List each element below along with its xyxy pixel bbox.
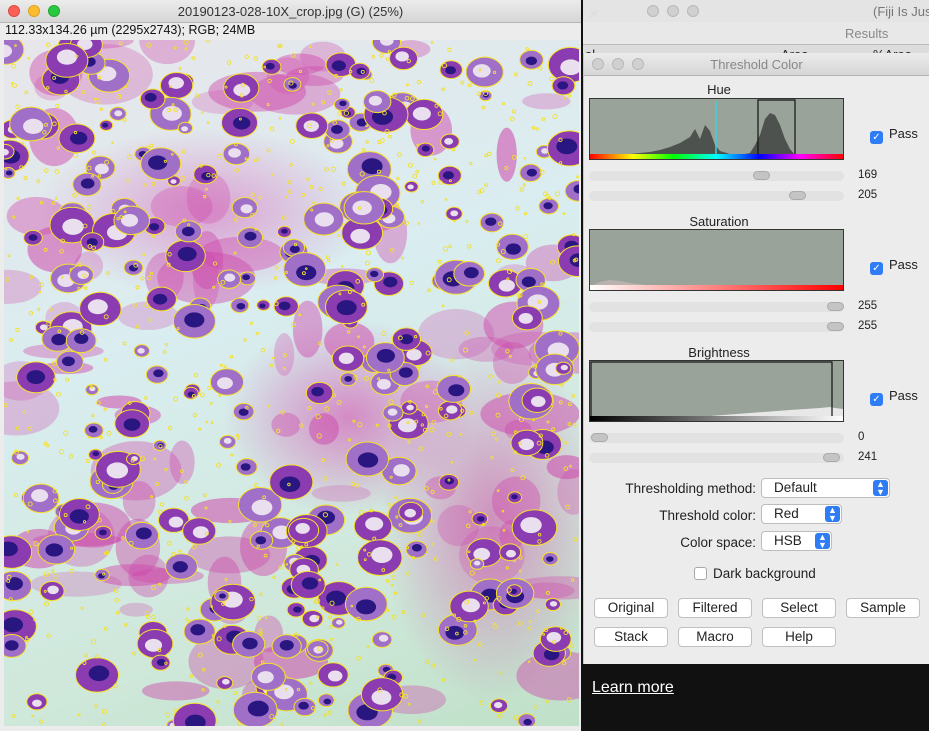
image-window-titlebar[interactable]: 20190123-028-10X_crop.jpg (G) (25%) <box>0 0 581 23</box>
color-space-value: HSB <box>774 533 802 548</box>
dark-background-checkbox[interactable]: Dark background <box>694 566 816 581</box>
slider-thumb[interactable] <box>789 191 806 200</box>
brightness-min-slider[interactable] <box>589 433 844 443</box>
dark-background-label: Dark background <box>713 566 816 581</box>
sample-button[interactable]: Sample <box>846 598 920 618</box>
checkmark-icon: ✓ <box>870 131 883 144</box>
slider-thumb[interactable] <box>591 433 608 442</box>
chevron-updown-icon: ▲ ▼ <box>825 506 840 523</box>
original-button[interactable]: Original <box>594 598 668 618</box>
image-canvas[interactable] <box>4 40 579 726</box>
hue-label: Hue <box>707 82 731 97</box>
brightness-max-slider[interactable] <box>589 453 844 463</box>
slider-thumb[interactable] <box>827 322 844 331</box>
saturation-label: Saturation <box>689 214 749 229</box>
saturation-max-slider[interactable] <box>589 322 844 332</box>
help-button[interactable]: Help <box>762 627 836 647</box>
slider-thumb[interactable] <box>823 453 840 462</box>
select-button[interactable]: Select <box>762 598 836 618</box>
brightness-pass[interactable]: ✓ Pass <box>870 388 918 406</box>
checkmark-icon: ✓ <box>870 262 883 275</box>
threshold-color-window: Threshold Color Hue ✓ Pass 169 205 Satura… <box>583 53 929 664</box>
fiji-title: (Fiji Is Jus <box>873 4 929 19</box>
threshold-color-select[interactable]: Red ▲ ▼ <box>761 504 842 524</box>
thresholding-method-select[interactable]: Default ▲ ▼ <box>761 478 890 498</box>
brightness-pass-label: Pass <box>889 388 918 403</box>
saturation-pass-label: Pass <box>889 257 918 272</box>
chevron-updown-icon: ▲ ▼ <box>815 533 830 550</box>
minimize-button[interactable] <box>667 5 679 17</box>
threshold-color-label: Threshold color: <box>659 508 756 523</box>
saturation-max-value: 255 <box>858 320 878 332</box>
slider-thumb[interactable] <box>753 171 770 180</box>
image-info: 112.33x134.26 µm (2295x2743); RGB; 24MB <box>5 23 256 37</box>
zoom-button[interactable] <box>687 5 699 17</box>
brightness-max-value: 241 <box>858 451 878 463</box>
results-title: Results <box>845 26 889 41</box>
checkbox-box <box>694 567 707 580</box>
stack-button[interactable]: Stack <box>594 627 668 647</box>
threshold-color-value: Red <box>774 506 799 521</box>
hue-max-value: 205 <box>858 189 878 201</box>
thresholding-method-label: Thresholding method: <box>625 481 756 496</box>
image-window: 20190123-028-10X_crop.jpg (G) (25%) 112.… <box>0 0 581 731</box>
hue-histogram <box>589 98 844 160</box>
color-space-select[interactable]: HSB ▲ ▼ <box>761 531 832 551</box>
brightness-label: Brightness <box>688 345 750 360</box>
chevron-updown-icon: ▲ ▼ <box>873 480 888 497</box>
threshold-titlebar[interactable]: Threshold Color <box>584 53 929 76</box>
hue-min-slider[interactable] <box>589 171 844 181</box>
saturation-pass[interactable]: ✓ Pass <box>870 257 918 275</box>
hue-max-slider[interactable] <box>589 191 844 201</box>
fiji-window: (Fiji Is Jus <box>583 0 929 24</box>
threshold-title: Threshold Color <box>710 57 803 72</box>
image-window-title: 20190123-028-10X_crop.jpg (G) (25%) <box>177 4 404 19</box>
saturation-histogram <box>589 229 844 291</box>
hue-pass-label: Pass <box>889 126 918 141</box>
close-button[interactable] <box>647 5 659 17</box>
saturation-min-slider[interactable] <box>589 302 844 312</box>
color-space-label: Color space: <box>680 535 756 550</box>
thresholding-method-value: Default <box>774 480 817 495</box>
macro-button[interactable]: Macro <box>678 627 752 647</box>
hue-pass[interactable]: ✓ Pass <box>870 126 918 144</box>
saturation-min-value: 255 <box>858 300 878 312</box>
brightness-min-value: 0 <box>858 431 865 443</box>
brightness-histogram <box>589 360 844 422</box>
slider-thumb[interactable] <box>827 302 844 311</box>
filtered-button[interactable]: Filtered <box>678 598 752 618</box>
histology-image <box>4 40 579 726</box>
hue-min-value: 169 <box>858 169 878 181</box>
checkmark-icon: ✓ <box>870 393 883 406</box>
close-icon[interactable]: ✕ <box>583 6 605 22</box>
learn-more-link[interactable]: Learn more <box>592 679 674 697</box>
